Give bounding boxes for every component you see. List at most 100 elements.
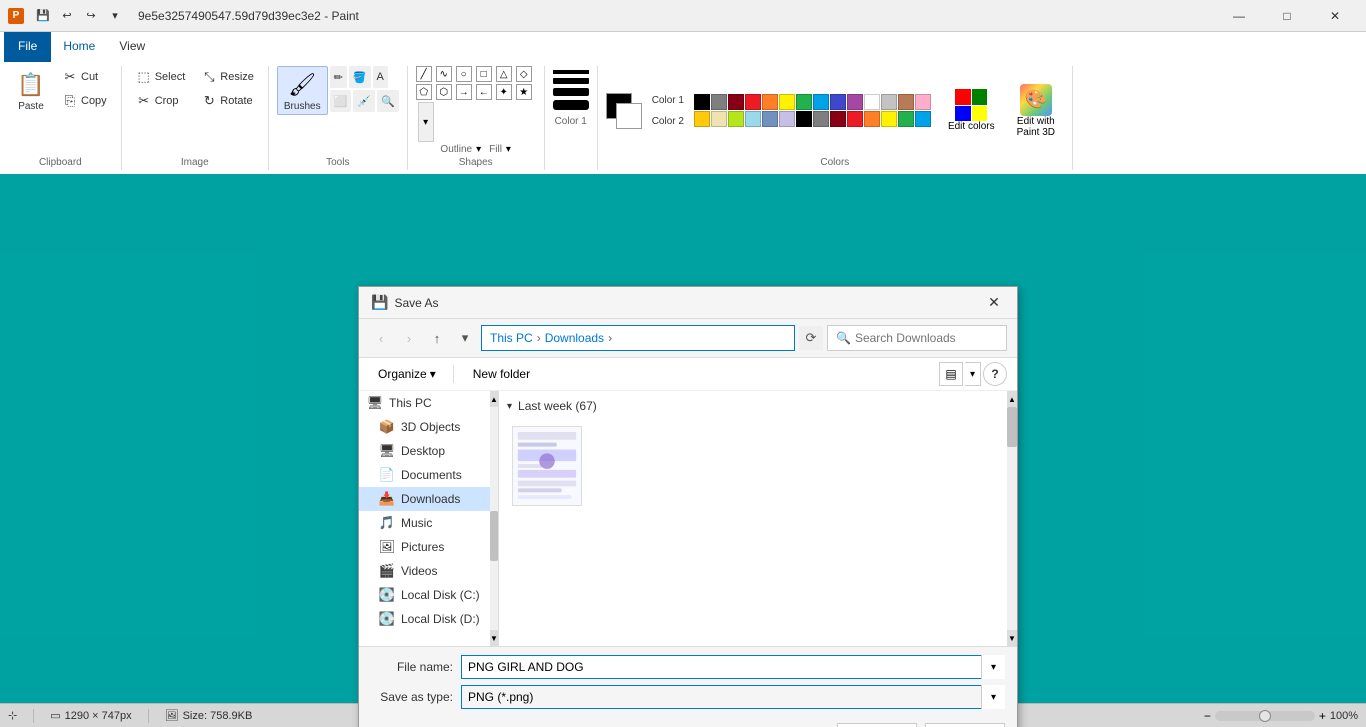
- organize-button[interactable]: Organize ▾: [369, 362, 445, 386]
- swatch-11[interactable]: [881, 94, 897, 110]
- select-button[interactable]: ⬚ Select: [130, 66, 192, 88]
- shapes-scroll[interactable]: ▾: [418, 102, 434, 142]
- refresh-button[interactable]: ⟳: [799, 326, 823, 350]
- swatch-15[interactable]: [711, 111, 727, 127]
- canvas-area[interactable]: 💾 Save As ✕ ‹ › ↑ ▾ This PC › Downloads: [0, 174, 1366, 727]
- copy-button[interactable]: ⎘ Copy: [56, 90, 113, 112]
- main-scroll-down[interactable]: ▼: [1007, 630, 1017, 646]
- shape-star4[interactable]: ✦: [496, 84, 512, 100]
- swatch-24[interactable]: [864, 111, 880, 127]
- swatch-2[interactable]: [728, 94, 744, 110]
- sidebar-item-3dobjects[interactable]: 📦 3D Objects: [359, 415, 498, 439]
- tool-text[interactable]: A: [373, 66, 388, 88]
- sidebar-scroll-thumb[interactable]: [490, 511, 498, 561]
- outline-dropdown[interactable]: ▾: [476, 144, 481, 155]
- tool-eraser[interactable]: ⬜: [330, 90, 352, 112]
- size-3[interactable]: [553, 88, 589, 96]
- sidebar-item-videos[interactable]: 🎬 Videos: [359, 559, 498, 583]
- swatch-18[interactable]: [762, 111, 778, 127]
- swatch-1[interactable]: [711, 94, 727, 110]
- swatch-26[interactable]: [898, 111, 914, 127]
- sidebar-item-locald[interactable]: 💽 Local Disk (D:): [359, 607, 498, 631]
- cancel-button[interactable]: Cancel: [925, 723, 1005, 727]
- main-scroll-thumb[interactable]: [1007, 407, 1017, 447]
- fill-dropdown[interactable]: ▾: [506, 144, 511, 155]
- sidebar-item-pictures[interactable]: 🖼 Pictures: [359, 535, 498, 559]
- search-input[interactable]: [855, 331, 998, 345]
- swatch-9[interactable]: [847, 94, 863, 110]
- customize-qa-button[interactable]: ▾: [104, 5, 126, 27]
- view-button[interactable]: ▤: [939, 362, 963, 386]
- swatch-13[interactable]: [915, 94, 931, 110]
- save-quick-button[interactable]: 💾: [32, 5, 54, 27]
- sidebar-item-desktop[interactable]: 🖥 Desktop: [359, 439, 498, 463]
- sidebar-item-thispc[interactable]: 🖥 This PC: [359, 391, 498, 415]
- tool-zoom[interactable]: 🔍: [377, 90, 399, 112]
- swatch-21[interactable]: [813, 111, 829, 127]
- shape-triangle[interactable]: △: [496, 66, 512, 82]
- swatch-5[interactable]: [779, 94, 795, 110]
- swatch-27[interactable]: [915, 111, 931, 127]
- tab-view[interactable]: View: [107, 32, 157, 62]
- nav-up-button[interactable]: ↑: [425, 326, 449, 350]
- shape-star5[interactable]: ★: [516, 84, 532, 100]
- dialog-close-button[interactable]: ✕: [983, 292, 1005, 314]
- swatch-25[interactable]: [881, 111, 897, 127]
- size-1[interactable]: [553, 70, 589, 74]
- help-button[interactable]: ?: [983, 362, 1007, 386]
- sidebar-item-localc[interactable]: 💽 Local Disk (C:): [359, 583, 498, 607]
- main-scrollbar[interactable]: ▲ ▼: [1007, 391, 1017, 646]
- swatch-8[interactable]: [830, 94, 846, 110]
- nav-back-button[interactable]: ‹: [369, 326, 393, 350]
- shape-arrow-l[interactable]: ←: [476, 84, 492, 100]
- swatch-0[interactable]: [694, 94, 710, 110]
- swatch-3[interactable]: [745, 94, 761, 110]
- swatch-14[interactable]: [694, 111, 710, 127]
- cut-button[interactable]: ✂ Cut: [56, 66, 113, 88]
- paste-button[interactable]: 📋 Paste: [8, 66, 54, 115]
- size-2[interactable]: [553, 78, 589, 84]
- shape-arrow-r[interactable]: →: [456, 84, 472, 100]
- crop-button[interactable]: ✂ Crop: [130, 90, 185, 112]
- nav-forward-button[interactable]: ›: [397, 326, 421, 350]
- sidebar-item-music[interactable]: 🎵 Music: [359, 511, 498, 535]
- sidebar-scroll-down[interactable]: ▼: [490, 630, 498, 646]
- swatch-22[interactable]: [830, 111, 846, 127]
- tool-pencil[interactable]: ✏: [330, 66, 347, 88]
- minimize-button[interactable]: —: [1216, 1, 1262, 31]
- savetype-dropdown-button[interactable]: ▾: [981, 685, 1005, 709]
- swatch-7[interactable]: [813, 94, 829, 110]
- new-folder-button[interactable]: New folder: [462, 362, 541, 386]
- sidebar-item-downloads[interactable]: 📥 Downloads: [359, 487, 498, 511]
- save-button[interactable]: Save: [837, 723, 917, 727]
- close-button[interactable]: ✕: [1312, 1, 1358, 31]
- shape-curve[interactable]: ∿: [436, 66, 452, 82]
- brushes-button[interactable]: 🖌 Brushes: [277, 66, 328, 115]
- section-toggle[interactable]: ▾: [507, 401, 512, 412]
- shape-pentagon[interactable]: ⬠: [416, 84, 432, 100]
- view-dropdown-button[interactable]: ▾: [965, 362, 981, 386]
- swatch-16[interactable]: [728, 111, 744, 127]
- swatch-19[interactable]: [779, 111, 795, 127]
- file-item-0[interactable]: [507, 421, 587, 511]
- breadcrumb-this-pc[interactable]: This PC: [490, 331, 533, 345]
- maximize-button[interactable]: □: [1264, 1, 1310, 31]
- swatch-12[interactable]: [898, 94, 914, 110]
- shape-oval[interactable]: ○: [456, 66, 472, 82]
- swatch-6[interactable]: [796, 94, 812, 110]
- shape-rect[interactable]: □: [476, 66, 492, 82]
- size-4[interactable]: [553, 100, 589, 110]
- sidebar-item-documents[interactable]: 📄 Documents: [359, 463, 498, 487]
- swatch-4[interactable]: [762, 94, 778, 110]
- rotate-button[interactable]: ↻ Rotate: [195, 90, 258, 112]
- tab-file[interactable]: File: [4, 32, 51, 62]
- resize-button[interactable]: ⤡ Resize: [195, 66, 260, 88]
- filename-dropdown-button[interactable]: ▾: [981, 655, 1005, 679]
- tool-picker[interactable]: 💉: [353, 90, 375, 112]
- filename-input[interactable]: [461, 655, 1005, 679]
- edit-paint3d-button[interactable]: 🎨 Edit withPaint 3D: [1008, 79, 1064, 143]
- tab-home[interactable]: Home: [51, 32, 107, 62]
- swatch-20[interactable]: [796, 111, 812, 127]
- nav-recent-dropdown[interactable]: ▾: [453, 326, 477, 350]
- shape-hex[interactable]: ⬡: [436, 84, 452, 100]
